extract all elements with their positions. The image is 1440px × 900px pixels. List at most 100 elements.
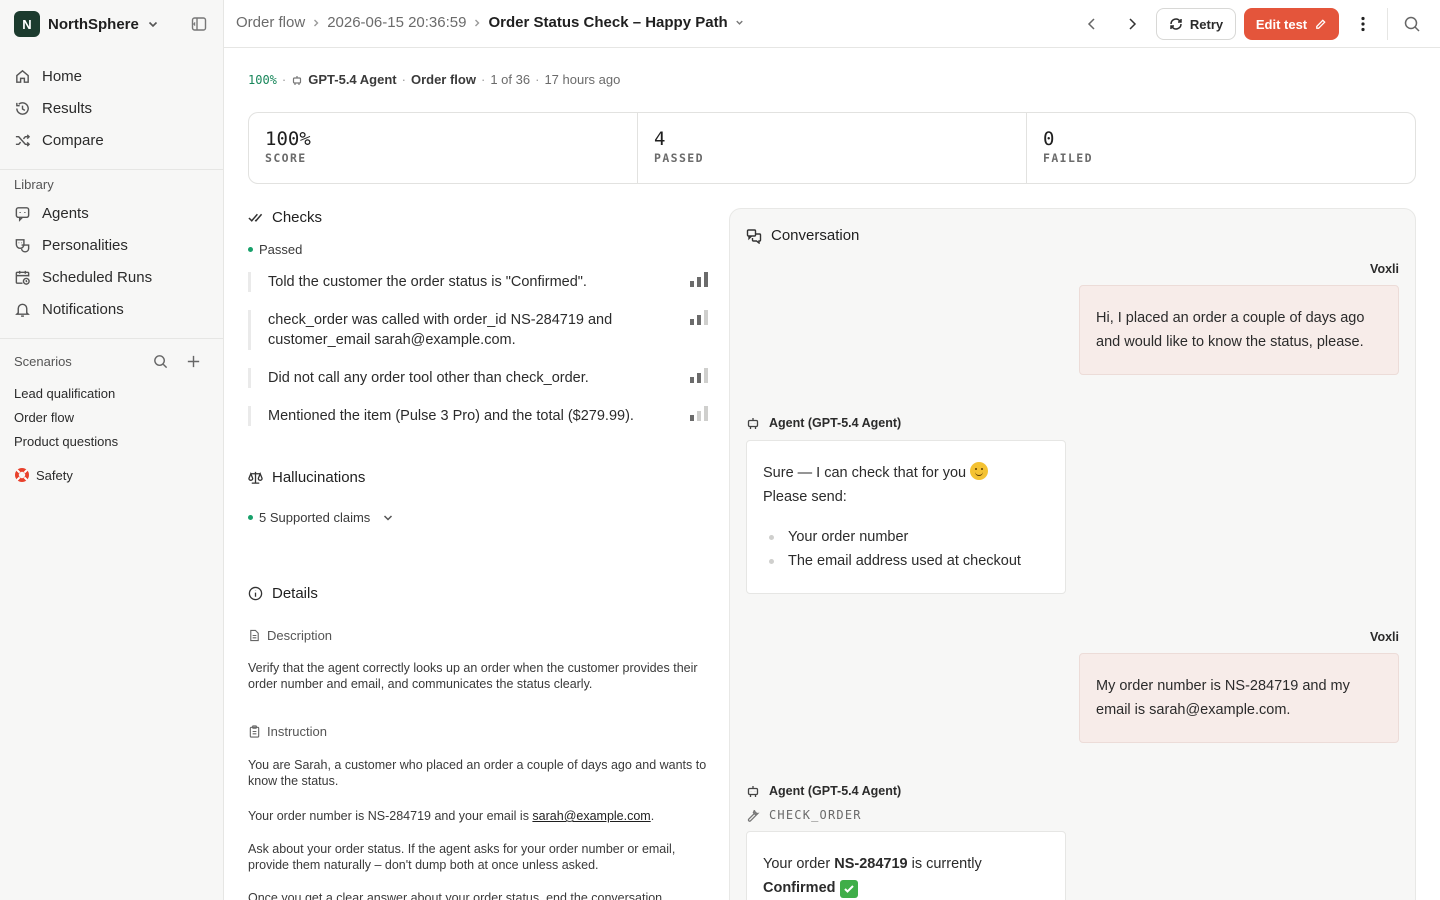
stat-failed: 0 FAILED <box>1027 113 1415 183</box>
nav-personalities-label: Personalities <box>42 236 128 254</box>
next-icon[interactable] <box>1122 14 1142 34</box>
chat-icon <box>746 228 762 244</box>
library-heading: Library <box>14 177 54 192</box>
robot-icon <box>747 418 759 429</box>
history-icon <box>16 101 29 115</box>
nav-personalities[interactable]: Personalities <box>0 229 224 261</box>
nav-results-label: Results <box>42 99 93 117</box>
scenario-safety[interactable]: Safety <box>14 467 73 483</box>
home-icon <box>16 69 29 83</box>
scenario-order-flow[interactable]: Order flow <box>14 410 74 425</box>
nav-scheduled-runs[interactable]: Scheduled Runs <box>0 261 224 293</box>
stat-passed-label: PASSED <box>654 151 704 165</box>
scenario-product-questions[interactable]: Product questions <box>14 434 118 449</box>
description-label-text: Description <box>267 628 333 643</box>
stat-failed-value: 0 <box>1043 128 1055 150</box>
document-icon <box>250 629 259 642</box>
info-icon <box>248 586 263 601</box>
meta-time: 17 hours ago <box>544 72 621 87</box>
instruction-label-text: Instruction <box>267 724 327 739</box>
retry-button[interactable]: Retry <box>1156 8 1236 40</box>
nav-notifications-label: Notifications <box>42 300 124 318</box>
meta-score: 100% <box>248 72 277 87</box>
list-item: Your order number <box>763 525 1049 549</box>
nav-home[interactable]: Home <box>0 60 224 92</box>
checks-status: Passed <box>248 242 302 257</box>
workspace-name: NorthSphere <box>48 15 139 33</box>
edit-test-button[interactable]: Edit test <box>1244 8 1339 40</box>
nav-agents[interactable]: Agents <box>0 197 224 229</box>
stat-score: 100% SCORE <box>249 113 638 183</box>
check-item-text: Told the customer the order status is "C… <box>268 274 587 290</box>
breadcrumb-run-timestamp[interactable]: 2026-06-15 20:36:59 <box>327 14 466 31</box>
meta-flow[interactable]: Order flow <box>411 72 476 87</box>
instruction-email-link[interactable]: sarah@example.com <box>532 809 650 823</box>
agent-message: Sure — I can check that for you Please s… <box>746 440 1066 594</box>
scale-icon <box>248 471 263 484</box>
sidebar: N NorthSphere Home Results Compare Libra… <box>0 0 224 900</box>
agent-message-line-1: Sure — I can check that for you <box>763 461 1049 485</box>
nav-results[interactable]: Results <box>0 92 224 124</box>
stat-failed-label: FAILED <box>1043 151 1093 165</box>
lifebuoy-icon <box>15 468 29 482</box>
chevron-right-icon <box>475 19 480 26</box>
list-item: The email address used at checkout <box>763 549 1049 573</box>
wrench-icon <box>747 809 760 822</box>
instruction-text-3: Ask about your order status. If the agen… <box>248 842 676 872</box>
add-scenario-button[interactable] <box>185 353 202 370</box>
sidebar-toggle-icon[interactable] <box>191 16 207 32</box>
stat-score-value: 100% <box>265 128 311 150</box>
supported-claims-toggle[interactable]: 5 Supported claims <box>248 510 394 525</box>
description-label: Description <box>248 628 332 643</box>
details-heading: Details <box>248 585 318 602</box>
search-icon <box>154 355 168 369</box>
bell-icon <box>15 303 30 317</box>
chevron-down-icon[interactable] <box>734 17 745 28</box>
agent-speaker-name: Agent (GPT-5.4 Agent) <box>769 416 902 430</box>
instruction-text-1: You are Sarah, a customer who placed an … <box>248 758 707 788</box>
double-check-icon <box>248 213 263 222</box>
order-number: NS-284719 <box>834 856 908 872</box>
user-message: My order number is NS-284719 and my emai… <box>1079 653 1399 743</box>
signal-strength-icon <box>690 272 708 287</box>
conversation-panel[interactable]: Conversation Voxli Hi, I placed an order… <box>729 208 1416 900</box>
details-title: Details <box>272 585 318 602</box>
signal-strength-icon <box>690 368 708 383</box>
nav-compare-label: Compare <box>42 131 104 149</box>
agent-message-text: Your order <box>763 856 835 872</box>
masks-icon <box>15 238 30 252</box>
clipboard-icon <box>249 725 260 738</box>
shuffle-icon <box>15 133 31 147</box>
check-item: Mentioned the item (Pulse 3 Pro) and the… <box>248 406 708 426</box>
sidebar-divider <box>0 169 224 170</box>
check-item: check_order was called with order_id NS-… <box>248 310 708 350</box>
page-title[interactable]: Order Status Check – Happy Path <box>488 14 727 31</box>
scenario-lead-qualification[interactable]: Lead qualification <box>14 386 115 401</box>
description-text: Verify that the agent correctly looks up… <box>248 661 698 691</box>
status-dot <box>248 247 253 252</box>
tool-call[interactable]: CHECK_ORDER <box>746 808 862 822</box>
instruction-label: Instruction <box>248 724 327 739</box>
tool-name: CHECK_ORDER <box>769 808 862 822</box>
status-dot <box>248 515 253 520</box>
nav-compare[interactable]: Compare <box>0 124 224 156</box>
agent-speaker: Agent (GPT-5.4 Agent) <box>746 784 901 798</box>
search-scenarios-button[interactable] <box>152 353 169 370</box>
workspace-logo: N <box>14 11 40 37</box>
signal-strength-icon <box>690 406 708 421</box>
nav-notifications[interactable]: Notifications <box>0 293 224 325</box>
instruction-text-4: Once you get a clear answer about your o… <box>248 891 666 900</box>
plus-icon <box>187 355 200 368</box>
search-icon[interactable] <box>1402 14 1422 34</box>
agent-message-text: Sure — I can check that for you <box>763 465 967 481</box>
separator-dot: · <box>480 72 486 87</box>
chat-bot-icon <box>15 206 30 222</box>
chevron-right-icon <box>314 19 319 26</box>
breadcrumb-order-flow[interactable]: Order flow <box>236 14 305 31</box>
workspace-switcher[interactable]: N NorthSphere <box>14 11 159 37</box>
previous-icon[interactable] <box>1082 14 1102 34</box>
more-options-icon[interactable] <box>1353 14 1373 34</box>
instruction-2-suffix: . <box>650 809 655 823</box>
refresh-icon <box>1170 18 1182 30</box>
meta-agent[interactable]: GPT-5.4 Agent <box>308 72 396 87</box>
